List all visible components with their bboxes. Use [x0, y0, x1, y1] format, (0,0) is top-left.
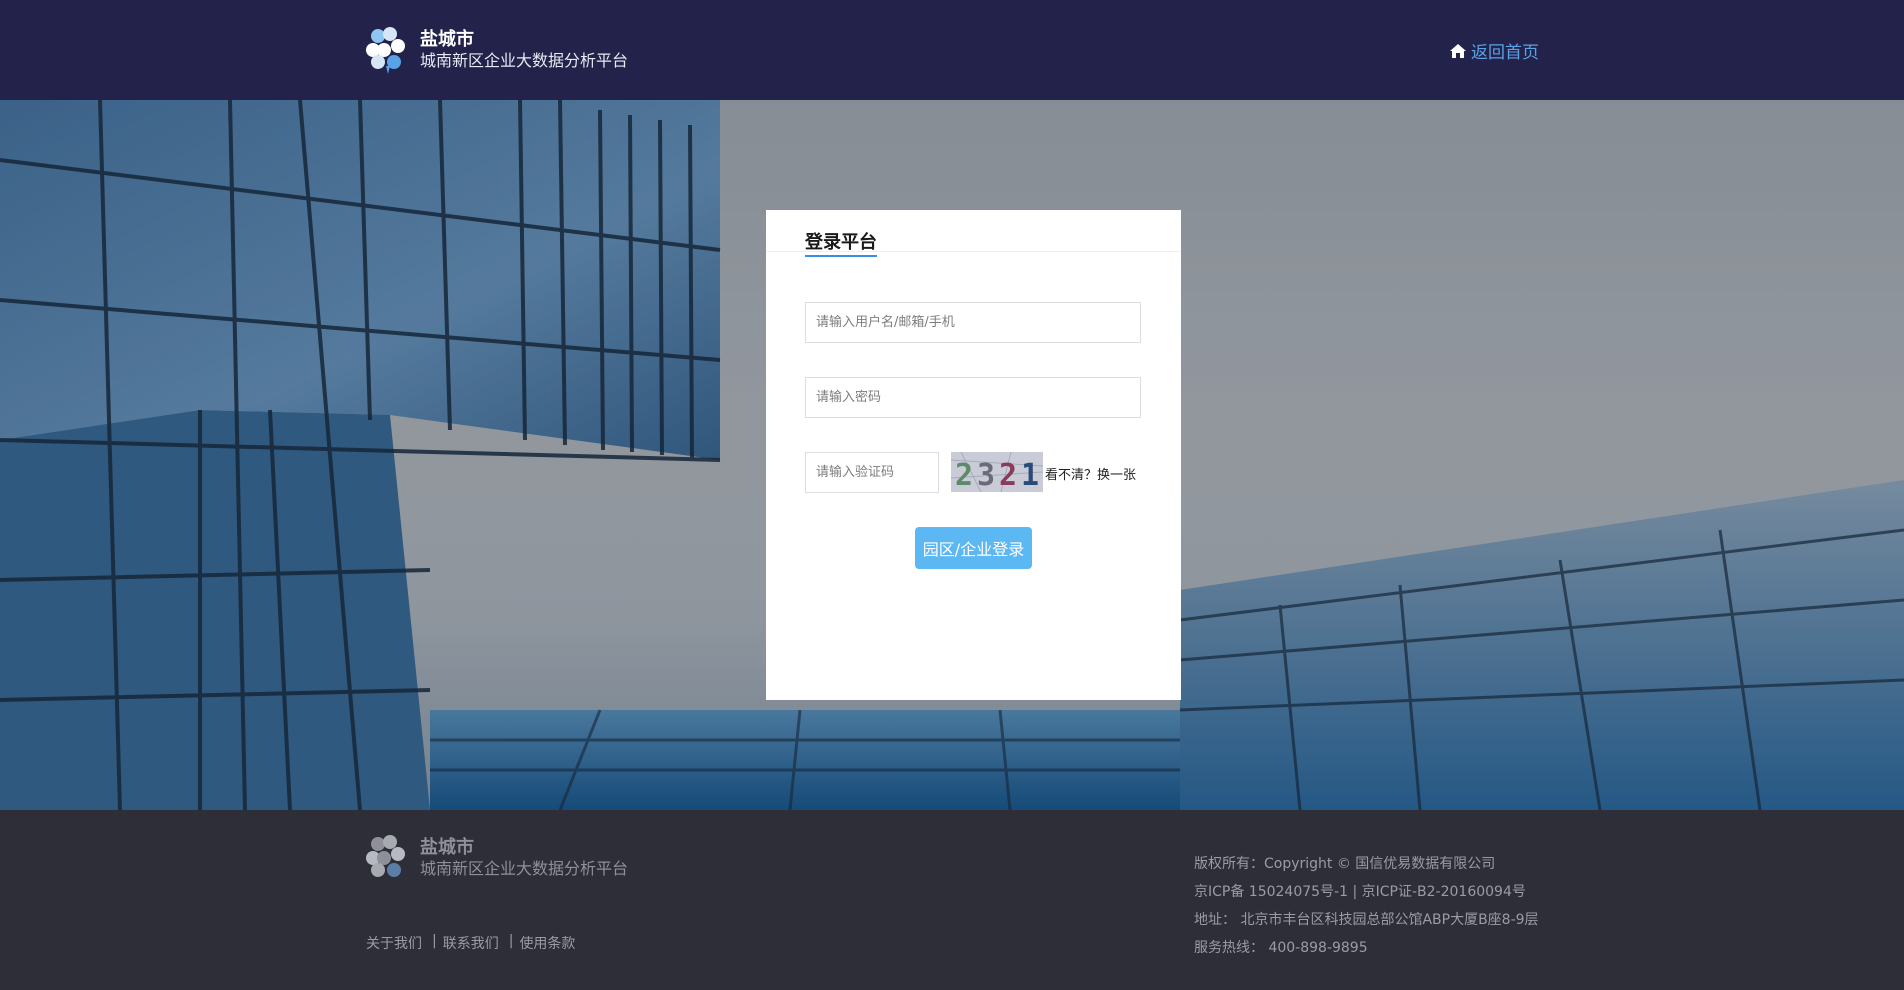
footer-link-separator: | — [508, 933, 514, 949]
header-logo-title: 盐城市 — [420, 29, 474, 50]
footer-hotline: 服务热线： 400-898-9895 — [1194, 940, 1368, 956]
login-title: 登录平台 — [805, 228, 877, 257]
footer-icp: 京ICP备 15024075号-1 | 京ICP证-B2-20160094号 — [1194, 884, 1526, 900]
captcha-char-3: 2 — [999, 458, 1017, 492]
login-card: 登录平台 2 3 2 1 看不清？换一张 园区/企业登录 — [766, 210, 1181, 700]
captcha-input[interactable] — [805, 452, 939, 493]
captcha-image[interactable]: 2 3 2 1 — [951, 452, 1043, 492]
footer-link-separator: | — [432, 933, 437, 949]
footer-link-contact[interactable]: 联系我们 — [443, 933, 499, 953]
footer-copyright: 版权所有：Copyright © 国信优易数据有限公司 — [1194, 856, 1496, 872]
header-logo[interactable]: 盐城市 城南新区企业大数据分析平台 — [364, 26, 628, 74]
clover-logo-icon — [366, 835, 405, 877]
home-link[interactable]: 返回首页 — [1449, 38, 1539, 63]
password-input[interactable] — [805, 377, 1141, 418]
footer-links: 关于我们 | 联系我们 | 使用条款 — [366, 933, 575, 953]
home-link-label: 返回首页 — [1471, 43, 1539, 63]
captcha-refresh-link[interactable]: 看不清？换一张 — [1045, 464, 1136, 483]
captcha-char-1: 2 — [955, 458, 973, 492]
footer-logo: 盐城市 城南新区企业大数据分析平台 — [364, 834, 628, 882]
home-icon — [1450, 43, 1466, 58]
footer-address: 地址： 北京市丰台区科技园总部公馆ABP大厦B座8-9层 — [1194, 912, 1539, 928]
username-input[interactable] — [805, 302, 1141, 343]
footer-logo-subtitle: 城南新区企业大数据分析平台 — [420, 859, 629, 878]
top-header: 盐城市 城南新区企业大数据分析平台 返回首页 — [0, 0, 1904, 100]
header-logo-subtitle: 城南新区企业大数据分析平台 — [420, 51, 629, 70]
clover-logo-icon — [366, 27, 405, 74]
footer-info: 版权所有：Copyright © 国信优易数据有限公司 京ICP备 150240… — [1194, 850, 1539, 962]
captcha-char-4: 1 — [1021, 458, 1039, 492]
page-footer: 盐城市 城南新区企业大数据分析平台 关于我们 | 联系我们 | 使用条款 版权所… — [0, 810, 1904, 990]
footer-logo-title: 盐城市 — [420, 837, 474, 858]
captcha-char-2: 3 — [977, 458, 995, 492]
footer-link-terms[interactable]: 使用条款 — [519, 933, 575, 953]
login-card-header: 登录平台 — [766, 210, 1181, 257]
login-button[interactable]: 园区/企业登录 — [915, 527, 1032, 569]
footer-link-about[interactable]: 关于我们 — [366, 933, 422, 953]
